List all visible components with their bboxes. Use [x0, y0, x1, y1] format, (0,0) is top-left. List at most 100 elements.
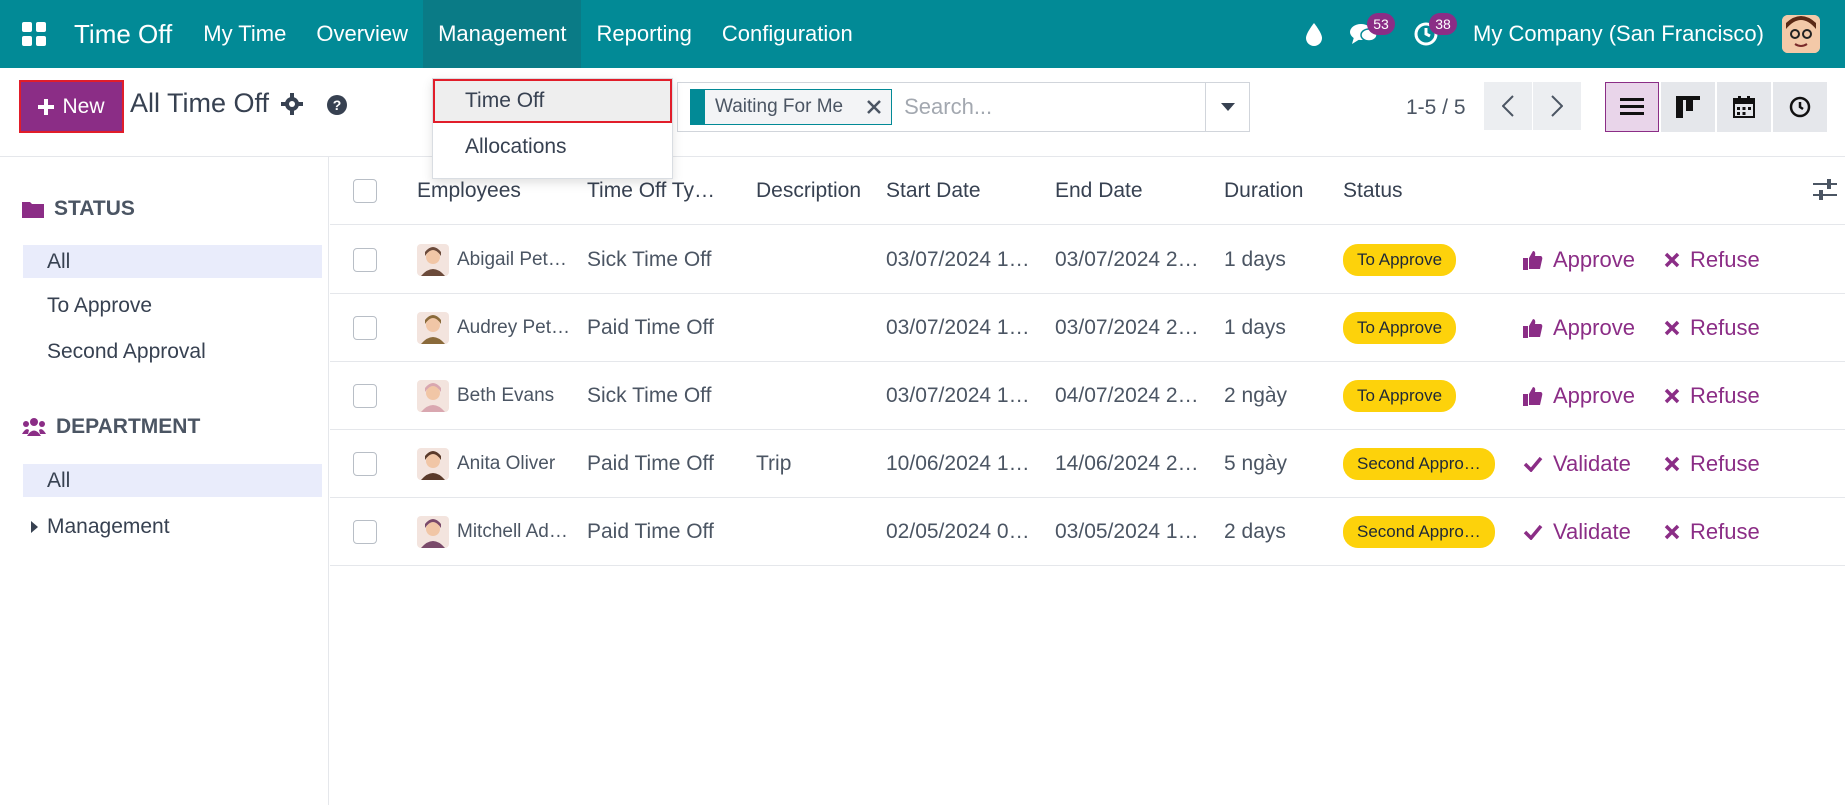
column-description[interactable]: Description — [756, 157, 876, 224]
new-button[interactable]: New — [19, 80, 124, 133]
table-row[interactable]: Audrey Pet… Paid Time Off 03/07/2024 1… 03/… — [330, 294, 1845, 362]
description-cell — [756, 226, 876, 293]
search-options-toggle[interactable] — [1205, 83, 1249, 131]
pager-value[interactable]: 1-5 / 5 — [1406, 96, 1466, 120]
employee-cell[interactable]: Audrey Pet… — [417, 294, 577, 361]
table-row[interactable]: Abigail Pet… Sick Time Off 03/07/2024 1… 03… — [330, 226, 1845, 294]
refuse-action[interactable]: Refuse — [1664, 362, 1784, 429]
row-checkbox[interactable] — [353, 519, 377, 544]
employee-cell[interactable]: Anita Oliver — [417, 430, 577, 497]
duration-cell: 2 ngày — [1224, 383, 1288, 407]
menu-overview[interactable]: Overview — [301, 0, 423, 68]
approve-label: Approve — [1553, 246, 1635, 272]
approve-button[interactable]: Approve — [1523, 247, 1635, 273]
menu-reporting[interactable]: Reporting — [581, 0, 706, 68]
list-view-button[interactable] — [1605, 82, 1659, 132]
apps-menu-icon[interactable] — [0, 0, 68, 68]
row-checkbox[interactable] — [353, 451, 377, 476]
pager-previous-button[interactable] — [1484, 82, 1532, 130]
dropdown-item-allocations[interactable]: Allocations — [433, 127, 672, 167]
pager-next-button[interactable] — [1533, 82, 1581, 130]
employee-cell[interactable]: Beth Evans — [417, 362, 577, 429]
check-icon — [1523, 524, 1543, 540]
search-input[interactable] — [904, 94, 1205, 120]
start-date-cell: 03/07/2024 1… — [886, 315, 1030, 339]
caret-right-icon[interactable] — [31, 521, 38, 533]
employee-avatar — [417, 515, 449, 548]
water-drop-icon[interactable] — [1289, 0, 1339, 68]
menu-configuration[interactable]: Configuration — [707, 0, 868, 68]
column-duration[interactable]: Duration — [1224, 157, 1334, 224]
employee-name: Abigail Pet… — [457, 248, 567, 270]
clock-icon[interactable]: 38 — [1401, 0, 1458, 68]
row-checkbox[interactable] — [353, 315, 377, 340]
approve-button[interactable]: Approve — [1523, 315, 1635, 341]
plus-icon — [38, 98, 55, 115]
refuse-button[interactable]: Refuse — [1664, 519, 1760, 545]
company-switcher[interactable]: My Company (San Francisco) — [1451, 21, 1782, 47]
approve-label: Validate — [1553, 518, 1631, 544]
approve-action[interactable]: Validate — [1523, 430, 1648, 497]
column-status[interactable]: Status — [1343, 157, 1463, 224]
approve-button[interactable]: Validate — [1523, 519, 1631, 545]
close-icon[interactable] — [857, 90, 892, 124]
approve-action[interactable]: Approve — [1523, 226, 1648, 293]
approve-action[interactable]: Approve — [1523, 294, 1648, 361]
status-item-all[interactable]: All — [23, 245, 322, 278]
approve-action[interactable]: Approve — [1523, 362, 1648, 429]
row-checkbox[interactable] — [353, 247, 377, 272]
column-start-date[interactable]: Start Date — [886, 157, 1046, 224]
status-badge: To Approve — [1343, 243, 1457, 276]
refuse-button[interactable]: Refuse — [1664, 383, 1760, 409]
chat-icon[interactable]: 53 — [1339, 0, 1396, 68]
table-row[interactable]: Beth Evans Sick Time Off 03/07/2024 1… 04/0… — [330, 362, 1845, 430]
refuse-label: Refuse — [1690, 518, 1760, 544]
refuse-action[interactable]: Refuse — [1664, 430, 1784, 497]
kanban-view-button[interactable] — [1661, 82, 1715, 132]
approve-action[interactable]: Validate — [1523, 498, 1648, 565]
app-brand[interactable]: Time Off — [68, 19, 188, 50]
table-row[interactable]: Anita Oliver Paid Time Off Trip 10/06/2024 … — [330, 430, 1845, 498]
approve-button[interactable]: Approve — [1523, 383, 1635, 409]
refuse-action[interactable]: Refuse — [1664, 226, 1784, 293]
refuse-action[interactable]: Refuse — [1664, 498, 1784, 565]
description-cell — [756, 498, 876, 565]
employee-cell[interactable]: Abigail Pet… — [417, 226, 577, 293]
calendar-view-button[interactable] — [1717, 82, 1771, 132]
duration-cell: 5 ngày — [1224, 451, 1288, 475]
refuse-action[interactable]: Refuse — [1664, 294, 1784, 361]
row-select-cell — [353, 498, 377, 565]
dropdown-item-time-off[interactable]: Time Off — [433, 79, 672, 123]
help-icon[interactable]: ? — [326, 94, 348, 122]
refuse-button[interactable]: Refuse — [1664, 247, 1760, 273]
refuse-label: Refuse — [1690, 450, 1760, 476]
status-item-to-approve[interactable]: To Approve — [23, 289, 322, 322]
start-date-cell: 03/07/2024 1… — [886, 383, 1030, 407]
user-avatar[interactable] — [1782, 15, 1820, 53]
gear-icon[interactable] — [281, 93, 303, 121]
table-row[interactable]: Mitchell Ad… Paid Time Off 02/05/2024 0… 03… — [330, 498, 1845, 566]
description-cell — [756, 294, 876, 361]
menu-management[interactable]: Management — [423, 0, 582, 68]
time-off-type-cell: Paid Time Off — [587, 451, 714, 475]
column-end-date[interactable]: End Date — [1055, 157, 1215, 224]
employee-name: Anita Oliver — [457, 452, 556, 474]
control-panel: New All Time Off ? Waiting For Me 1-5 / … — [0, 68, 1845, 157]
employee-cell[interactable]: Mitchell Ad… — [417, 498, 577, 565]
select-all-checkbox[interactable] — [353, 178, 377, 203]
activity-view-button[interactable] — [1773, 82, 1827, 132]
row-checkbox[interactable] — [353, 383, 377, 408]
approve-button[interactable]: Validate — [1523, 451, 1631, 477]
department-item-all[interactable]: All — [23, 464, 322, 497]
refuse-button[interactable]: Refuse — [1664, 451, 1760, 477]
menu-my-time[interactable]: My Time — [188, 0, 301, 68]
status-badge: Second Appro… — [1343, 515, 1495, 548]
close-icon — [1664, 456, 1680, 471]
refuse-label: Refuse — [1690, 314, 1760, 340]
status-item-second-approval[interactable]: Second Approval — [23, 335, 322, 368]
duration-cell: 1 days — [1224, 315, 1286, 339]
department-item-management[interactable]: Management — [23, 510, 322, 543]
optional-columns-icon[interactable] — [1813, 179, 1837, 207]
refuse-button[interactable]: Refuse — [1664, 315, 1760, 341]
status-header: STATUS — [22, 197, 135, 221]
